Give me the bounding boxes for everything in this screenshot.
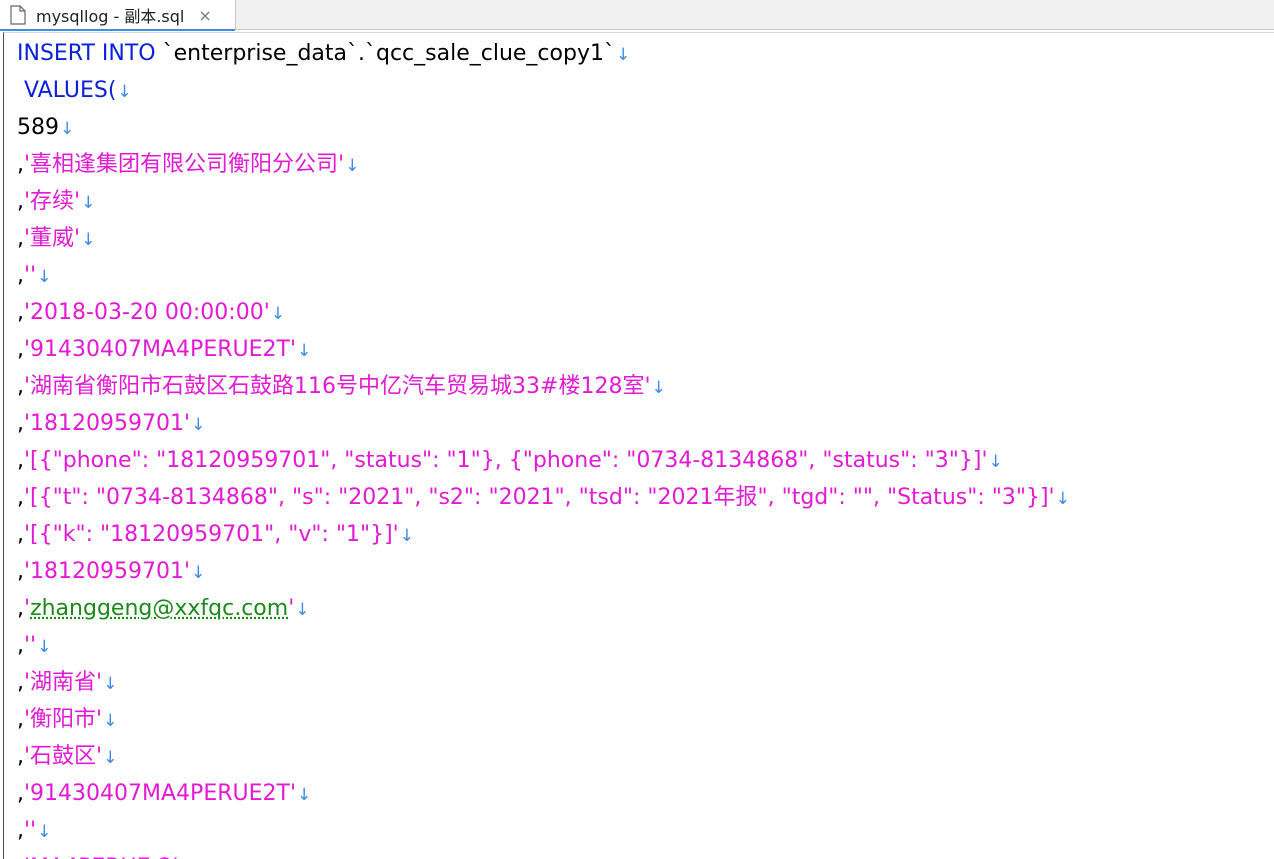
- string-literal: '[{"k": "18120959701", "v": "1"}]': [24, 522, 399, 547]
- comma: ,: [17, 855, 24, 859]
- string-literal: 'MA4PERUE-2': [24, 855, 179, 859]
- code-line: ,'[{"k": "18120959701", "v": "1"}]'↓: [17, 516, 1070, 553]
- code-line: ,'石鼓区'↓: [17, 738, 1070, 775]
- code-line: ,'zhanggeng@xxfqc.com'↓: [17, 590, 1070, 627]
- comma: ,: [17, 226, 24, 251]
- sql-keyword: INSERT INTO: [17, 41, 156, 66]
- code-line: ,'湖南省'↓: [17, 664, 1070, 701]
- code-line: ,'91430407MA4PERUE2T'↓: [17, 775, 1070, 812]
- string-literal: '存续': [24, 189, 81, 214]
- tab-bar: mysqllog - 副本.sql ×: [0, 0, 1274, 31]
- tab-title: mysqllog - 副本.sql: [36, 7, 185, 26]
- sql-keyword: VALUES(: [17, 78, 117, 103]
- code-text: 589: [17, 115, 59, 140]
- string-literal: '湖南省': [24, 670, 103, 695]
- code-line: VALUES(↓: [17, 72, 1070, 109]
- code-line: ,'董威'↓: [17, 220, 1070, 257]
- string-literal: '91430407MA4PERUE2T': [24, 337, 296, 362]
- email-link[interactable]: zhanggeng@xxfqc.com: [30, 596, 288, 621]
- line-end-icon: ↓: [615, 45, 631, 65]
- line-end-icon: ↓: [103, 748, 118, 768]
- line-end-icon: ↓: [81, 230, 96, 250]
- string-literal: '董威': [24, 226, 81, 251]
- code-line: ,'湖南省衡阳市石鼓区石鼓路116号中亿汽车贸易城33#楼128室'↓: [17, 368, 1070, 405]
- code-lines: INSERT INTO `enterprise_data`.`qcc_sale_…: [17, 35, 1070, 859]
- line-end-icon: ↓: [103, 711, 118, 731]
- line-end-icon: ↓: [37, 267, 52, 287]
- comma: ,: [17, 411, 24, 436]
- comma: ,: [17, 818, 24, 843]
- line-end-icon: ↓: [81, 193, 96, 213]
- line-end-icon: ↓: [103, 674, 118, 694]
- string-literal: '18120959701': [24, 559, 191, 584]
- code-line: ,'衡阳市'↓: [17, 701, 1070, 738]
- comma: ,: [17, 263, 24, 288]
- comma: ,: [17, 707, 24, 732]
- line-end-icon: ↓: [270, 304, 285, 324]
- string-literal: '[{"phone": "18120959701", "status": "1"…: [24, 448, 988, 473]
- line-end-icon: ↓: [60, 119, 75, 139]
- line-end-icon: ↓: [37, 637, 52, 657]
- string-literal: '18120959701': [24, 411, 191, 436]
- comma: ,: [17, 337, 24, 362]
- code-editor[interactable]: INSERT INTO `enterprise_data`.`qcc_sale_…: [3, 32, 1274, 859]
- string-literal: '91430407MA4PERUE2T': [24, 781, 296, 806]
- code-line: ,'2018-03-20 00:00:00'↓: [17, 294, 1070, 331]
- string-literal: '喜相逢集团有限公司衡阳分公司': [24, 152, 345, 177]
- comma: ,: [17, 522, 24, 547]
- code-line: ,'MA4PERUE-2'↓: [17, 849, 1070, 859]
- string-literal: '石鼓区': [24, 744, 103, 769]
- code-text: `enterprise_data`.`qcc_sale_clue_copy1`: [155, 41, 615, 66]
- code-line: 589↓: [17, 109, 1070, 146]
- comma: ,: [17, 670, 24, 695]
- code-line: INSERT INTO `enterprise_data`.`qcc_sale_…: [17, 35, 1070, 72]
- code-line: ,'[{"t": "0734-8134868", "s": "2021", "s…: [17, 479, 1070, 516]
- comma: ,: [17, 152, 24, 177]
- line-end-icon: ↓: [37, 822, 52, 842]
- line-end-icon: ↓: [1055, 489, 1070, 509]
- string-literal: '湖南省衡阳市石鼓区石鼓路116号中亿汽车贸易城33#楼128室': [24, 374, 651, 399]
- comma: ,: [17, 559, 24, 584]
- comma: ,: [17, 781, 24, 806]
- string-literal: '': [24, 263, 37, 288]
- code-line: ,'[{"phone": "18120959701", "status": "1…: [17, 442, 1070, 479]
- line-end-icon: ↓: [297, 341, 312, 361]
- line-end-icon: ↓: [988, 452, 1003, 472]
- comma: ,: [17, 596, 24, 621]
- code-line: ,'喜相逢集团有限公司衡阳分公司'↓: [17, 146, 1070, 183]
- code-line: ,''↓: [17, 627, 1070, 664]
- line-end-icon: ↓: [191, 415, 206, 435]
- string-literal: '[{"t": "0734-8134868", "s": "2021", "s2…: [24, 485, 1055, 510]
- comma: ,: [17, 448, 24, 473]
- code-line: ,'存续'↓: [17, 183, 1070, 220]
- code-line: ,''↓: [17, 812, 1070, 849]
- comma: ,: [17, 744, 24, 769]
- code-line: ,'18120959701'↓: [17, 553, 1070, 590]
- comma: ,: [17, 485, 24, 510]
- code-line: ,''↓: [17, 257, 1070, 294]
- line-end-icon: ↓: [191, 563, 206, 583]
- comma: ,: [17, 300, 24, 325]
- line-end-icon: ↓: [117, 82, 132, 102]
- string-literal: '2018-03-20 00:00:00': [24, 300, 270, 325]
- close-icon[interactable]: ×: [198, 6, 211, 25]
- line-end-icon: ↓: [345, 156, 360, 176]
- line-end-icon: ↓: [295, 600, 310, 620]
- comma: ,: [17, 189, 24, 214]
- string-literal: '衡阳市': [24, 707, 103, 732]
- quote: ': [288, 596, 295, 621]
- line-end-icon: ↓: [651, 378, 666, 398]
- line-end-icon: ↓: [297, 785, 312, 805]
- string-literal: '': [24, 633, 37, 658]
- tab-mysqllog-sql[interactable]: mysqllog - 副本.sql ×: [0, 0, 236, 31]
- string-literal: '': [24, 818, 37, 843]
- comma: ,: [17, 374, 24, 399]
- document-icon: [9, 5, 27, 25]
- comma: ,: [17, 633, 24, 658]
- line-end-icon: ↓: [399, 526, 414, 546]
- code-line: ,'91430407MA4PERUE2T'↓: [17, 331, 1070, 368]
- code-line: ,'18120959701'↓: [17, 405, 1070, 442]
